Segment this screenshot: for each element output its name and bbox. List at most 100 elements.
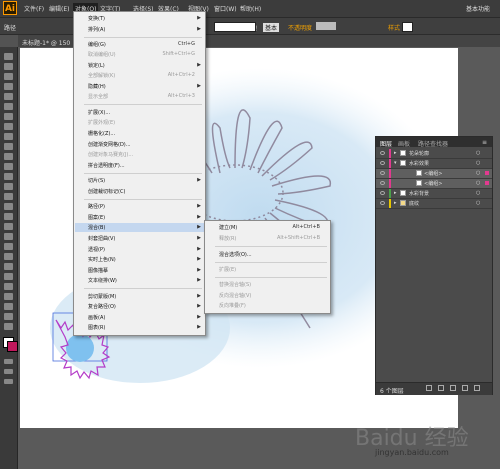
menu-item-text-wrap[interactable]: 文本绕排(W) [88,277,117,284]
scale-tool-icon[interactable] [4,183,13,190]
paintbrush-tool-icon[interactable] [4,133,13,140]
tab-layers[interactable]: 图层 [380,139,392,148]
menu-item-perspective[interactable]: 透视(P) [88,246,105,253]
blend-reverse-spine[interactable]: 反向混合轴(V) [219,292,251,299]
menu-item-transform[interactable]: 变换(T) [88,15,105,22]
menu-item-unlock-all[interactable]: 全部解锁(K) [88,72,115,79]
menu-item-ungroup[interactable]: 取消编组(U) [88,51,116,58]
eyedropper-tool-icon[interactable] [4,253,13,260]
layer-row[interactable]: ▸ 水彩背景 ○ [376,189,492,199]
expand-triangle-icon[interactable]: ▸ [394,200,397,206]
slice-tool-icon[interactable] [4,303,13,310]
menu-item-show-all[interactable]: 显示全部 [88,93,108,100]
target-circle-icon[interactable]: ○ [476,200,480,206]
menu-item-crop-marks[interactable]: 创建裁切标记(C) [88,188,125,195]
pen-tool-icon[interactable] [4,93,13,100]
visibility-eye-icon[interactable] [380,181,385,185]
blend-replace-spine[interactable]: 替换混合轴(S) [219,281,251,288]
expand-triangle-icon[interactable]: ▾ [394,160,397,166]
line-tool-icon[interactable] [4,113,13,120]
target-circle-icon[interactable]: ○ [476,160,480,166]
menu-item-expand[interactable]: 扩展(X)... [88,109,110,116]
new-sublayer-icon[interactable] [450,385,456,391]
menu-item-lock[interactable]: 锁定(L) [88,62,105,69]
menu-item-artboards[interactable]: 画板(A) [88,314,105,321]
layer-row[interactable]: ▾ 水彩效果 ○ [376,159,492,169]
layer-row[interactable]: ▸ 底纹 ○ [376,199,492,209]
menu-item-image-trace[interactable]: 图像描摹 [88,267,108,274]
menu-item-path[interactable]: 路径(P) [88,203,105,210]
rotate-tool-icon[interactable] [4,173,13,180]
perspective-grid-tool-icon[interactable] [4,223,13,230]
layer-row[interactable]: <编组> ○ [376,169,492,179]
blend-reverse-front-to-back[interactable]: 反向堆叠(F) [219,302,246,309]
workspace-switcher[interactable]: 基本功能 [466,4,490,13]
gradient-tool-icon[interactable] [4,243,13,250]
menu-window[interactable]: 窗口(W) [214,4,237,13]
graph-tool-icon[interactable] [4,283,13,290]
opacity-label[interactable]: 不透明度 [288,23,312,32]
opacity-field[interactable] [316,22,336,30]
make-clipping-mask-icon[interactable] [438,385,444,391]
menu-edit[interactable]: 编辑(E) [49,4,69,13]
mesh-tool-icon[interactable] [4,233,13,240]
tab-pathfinder[interactable]: 路径查找器 [418,139,448,148]
menu-file[interactable]: 文件(F) [24,4,44,13]
target-circle-icon[interactable]: ○ [476,170,480,176]
panel-menu-icon[interactable]: ≡ [482,139,487,146]
menu-item-gradient-mesh[interactable]: 创建渐变网格(D)... [88,141,131,148]
visibility-eye-icon[interactable] [380,171,385,175]
layer-row[interactable]: ▸ 花朵轮廓 ○ [376,149,492,159]
tab-artboards[interactable]: 画板 [398,139,410,148]
screen-mode-icon[interactable] [4,379,13,384]
locate-object-icon[interactable] [426,385,432,391]
menu-item-compound-path[interactable]: 复合路径(O) [88,303,116,310]
style-label[interactable]: 样式 [388,23,400,32]
width-tool-icon[interactable] [4,193,13,200]
expand-triangle-icon[interactable]: ▸ [394,150,397,156]
document-tab[interactable]: 未标题-1* @ 150 [22,38,70,47]
menu-item-slice[interactable]: 切片(S) [88,177,105,184]
blob-brush-tool-icon[interactable] [4,153,13,160]
draw-mode-icon[interactable] [4,369,13,374]
visibility-eye-icon[interactable] [380,201,385,205]
target-circle-icon[interactable]: ○ [476,180,480,186]
target-circle-icon[interactable]: ○ [476,150,480,156]
menu-item-clipping-mask[interactable]: 剪切蒙版(M) [88,293,116,300]
menu-item-group[interactable]: 编组(G) [88,41,106,48]
visibility-eye-icon[interactable] [380,161,385,165]
visibility-eye-icon[interactable] [380,191,385,195]
menu-item-graph[interactable]: 图表(R) [88,324,105,331]
menu-item-pattern[interactable]: 图案(E) [88,214,105,221]
direct-selection-tool-icon[interactable] [4,63,13,70]
target-circle-icon[interactable]: ○ [476,190,480,196]
menu-item-rasterize[interactable]: 栅格化(Z)... [88,130,115,137]
artboard-tool-icon[interactable] [4,293,13,300]
delete-layer-icon[interactable] [474,385,480,391]
stroke-color-swatch[interactable] [7,341,18,352]
new-layer-icon[interactable] [462,385,468,391]
layer-row[interactable]: <编组> ○ [376,179,492,189]
menu-item-envelope-distort[interactable]: 封套扭曲(V) [88,235,115,242]
menu-help[interactable]: 帮助(H) [240,4,261,13]
menu-item-flatten-transparency[interactable]: 拼合透明度(F)... [88,162,125,169]
free-transform-tool-icon[interactable] [4,203,13,210]
menu-item-expand-appearance[interactable]: 扩展外观(E) [88,119,115,126]
eraser-tool-icon[interactable] [4,163,13,170]
blend-expand[interactable]: 扩展(E) [219,266,236,273]
lasso-tool-icon[interactable] [4,83,13,90]
blend-release[interactable]: 释放(R) [219,235,236,242]
menu-item-hide[interactable]: 隐藏(H) [88,83,106,90]
menu-item-live-paint[interactable]: 实时上色(N) [88,256,116,263]
menu-item-arrange[interactable]: 排列(A) [88,26,105,33]
visibility-eye-icon[interactable] [380,151,385,155]
graphic-style-swatch[interactable] [402,22,413,32]
blend-tool-icon[interactable] [4,263,13,270]
color-mode-icon[interactable] [4,359,13,364]
blend-make[interactable]: 建立(M) [219,224,237,231]
menu-item-blend[interactable]: 混合(B) [88,224,105,231]
zoom-tool-icon[interactable] [4,323,13,330]
shape-builder-tool-icon[interactable] [4,213,13,220]
stroke-profile-dropdown[interactable] [214,22,256,32]
hand-tool-icon[interactable] [4,313,13,320]
